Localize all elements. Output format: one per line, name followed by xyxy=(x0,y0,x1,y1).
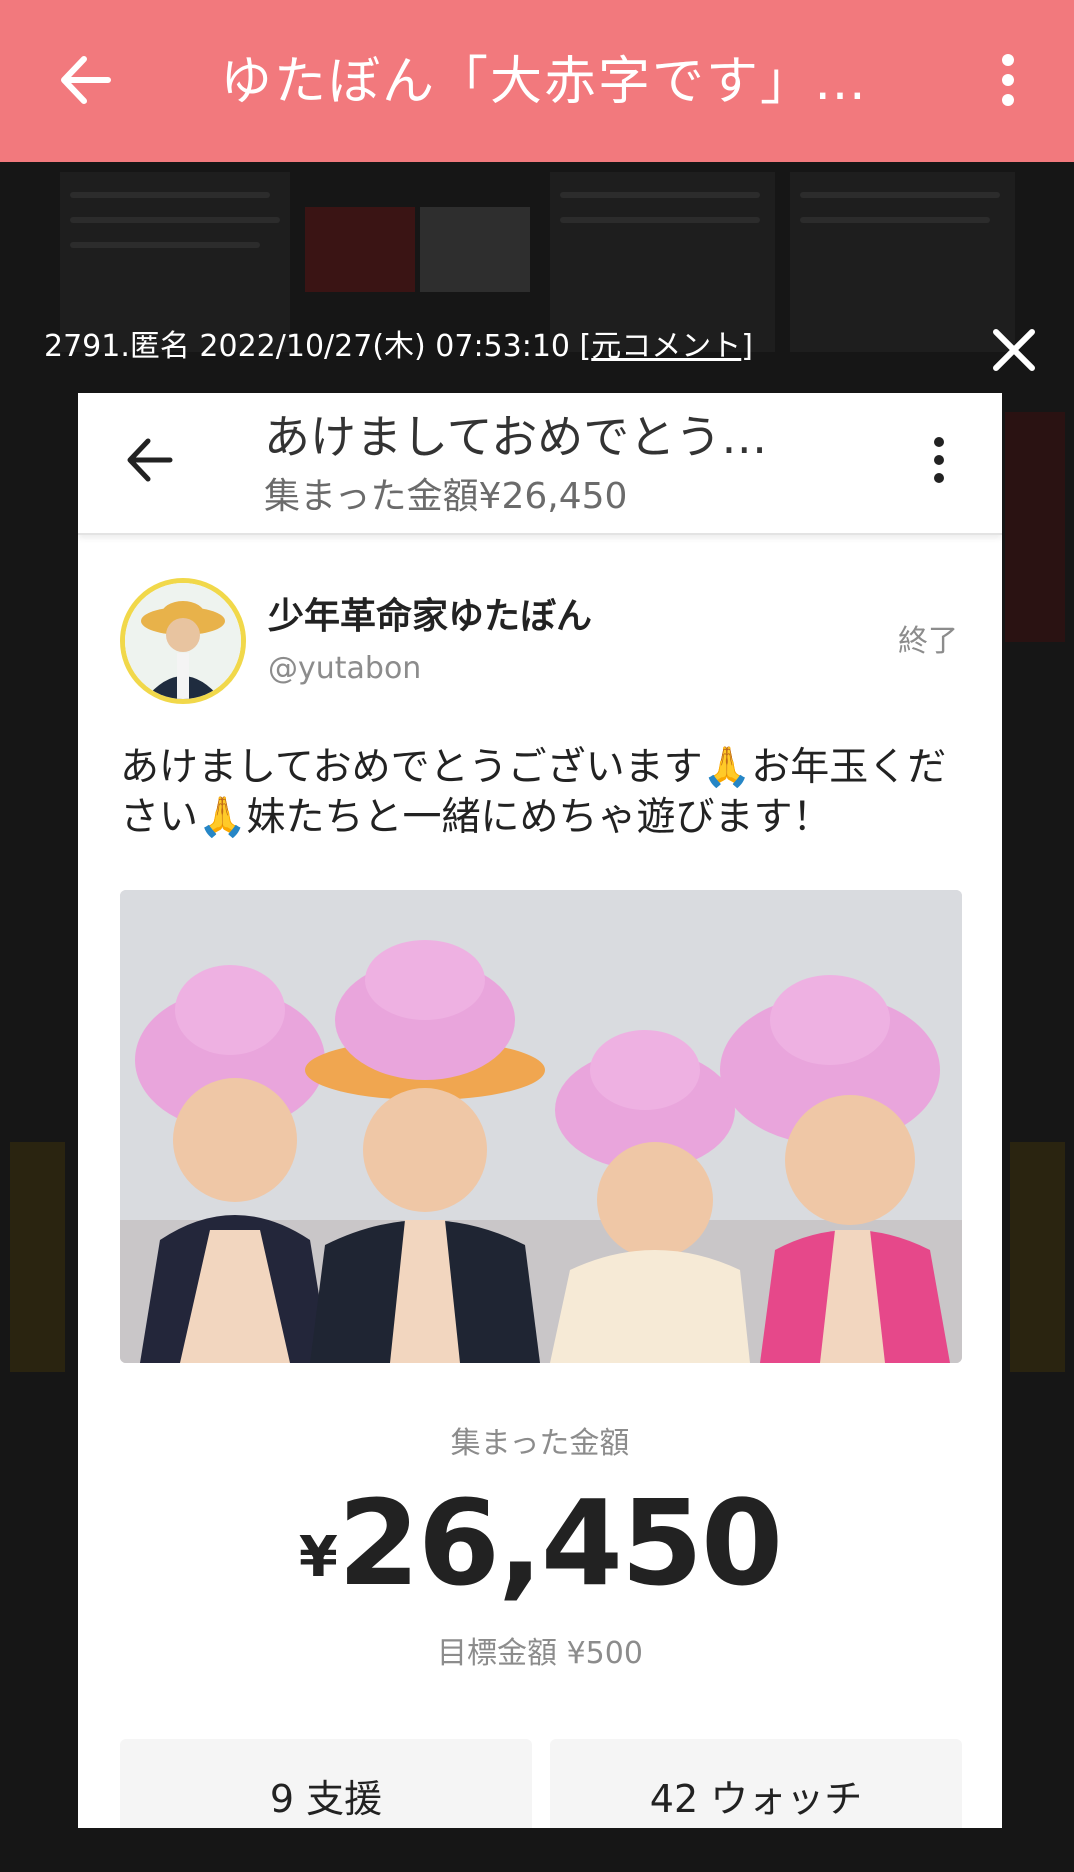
card-header: あけましておめでとう… 集まった金額¥26,450 xyxy=(78,393,1002,535)
bracket-close: ] xyxy=(741,329,753,364)
supporters-count: 9 支援 xyxy=(120,1739,532,1828)
screenshot-image[interactable]: あけましておめでとう… 集まった金額¥26,450 少年革命家ゆたぼん @yut… xyxy=(78,393,1002,1828)
comment-header: 2791.匿名 2022/10/27(木) 07:53:10 [元コメント] xyxy=(44,322,753,372)
status-badge: 終了 xyxy=(898,624,958,659)
more-vertical-icon xyxy=(1002,54,1014,66)
arrow-left-icon xyxy=(61,56,111,104)
back-button[interactable] xyxy=(50,50,120,110)
card-more-icon xyxy=(932,437,946,483)
bracket-open: [ xyxy=(579,329,592,364)
user-handle: @yutabon xyxy=(268,651,422,686)
more-menu-button[interactable] xyxy=(990,50,1026,110)
currency-symbol: ¥ xyxy=(298,1525,338,1590)
page-title: ゆたぼん「大赤字です」… xyxy=(220,52,869,112)
watchers-count: 42 ウォッチ xyxy=(550,1739,962,1828)
avatar xyxy=(120,578,246,704)
goal-amount: 目標金額 ¥500 xyxy=(437,1636,643,1671)
close-button[interactable] xyxy=(990,326,1038,374)
comment-meta: 2791.匿名 2022/10/27(木) 07:53:10 xyxy=(44,329,580,364)
post-photo xyxy=(120,890,962,1363)
collected-amount-label: 集まった金額 xyxy=(450,1426,630,1461)
app-bar: ゆたぼん「大赤字です」… xyxy=(0,0,1074,162)
post-message: あけましておめでとうございます🙏お年玉ください🙏妹たちと一緒にめちゃ遊びます！ xyxy=(120,745,947,840)
user-name: 少年革命家ゆたぼん xyxy=(268,596,593,637)
close-icon xyxy=(993,329,1035,371)
card-title: あけましておめでとう… xyxy=(264,410,768,464)
card-back-icon xyxy=(124,435,174,485)
card-subtitle: 集まった金額¥26,450 xyxy=(264,476,628,517)
original-comment-link[interactable]: 元コメント xyxy=(591,329,741,364)
collected-amount: ¥26,450 xyxy=(78,1478,1002,1608)
amount-value: 26,450 xyxy=(337,1474,783,1612)
